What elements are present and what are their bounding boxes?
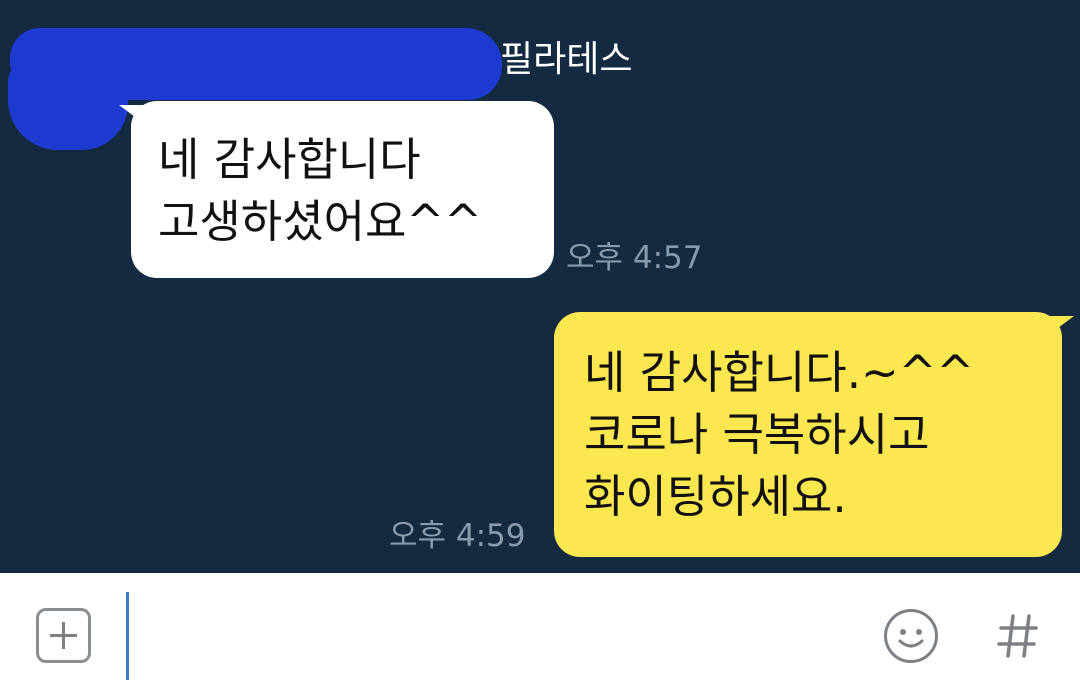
hash-icon — [997, 614, 1038, 658]
incoming-message-bubble[interactable]: 네 감사합니다 고생하셨어요^^ — [119, 101, 554, 278]
message-line: 고생하셨어요^^ — [158, 195, 482, 248]
chat-area: 필라테스 네 감사합니다 고생하셨어요^^ 오후 4:57 네 감사합니다.~^… — [0, 0, 1080, 573]
incoming-message-time: 오후 4:57 — [566, 240, 703, 276]
redaction-mark — [10, 28, 502, 100]
smiley-icon — [884, 609, 938, 663]
plus-square-icon — [50, 622, 77, 649]
message-line: 네 감사합니다 — [158, 133, 421, 186]
outgoing-message-time: 오후 4:59 — [389, 518, 526, 554]
emoji-button[interactable] — [882, 607, 940, 665]
text-cursor — [126, 592, 129, 680]
message-line: 네 감사합니다.~^^ — [584, 346, 975, 399]
message-line: 코로나 극복하시고 — [584, 408, 930, 461]
hashtag-button[interactable] — [996, 606, 1040, 664]
message-input[interactable] — [134, 596, 858, 678]
message-line: 화이팅하세요. — [584, 470, 847, 523]
outgoing-message-bubble[interactable]: 네 감사합니다.~^^ 코로나 극복하시고 화이팅하세요. — [554, 312, 1074, 557]
attach-button[interactable] — [36, 608, 91, 663]
sender-name: 필라테스 — [500, 39, 633, 80]
